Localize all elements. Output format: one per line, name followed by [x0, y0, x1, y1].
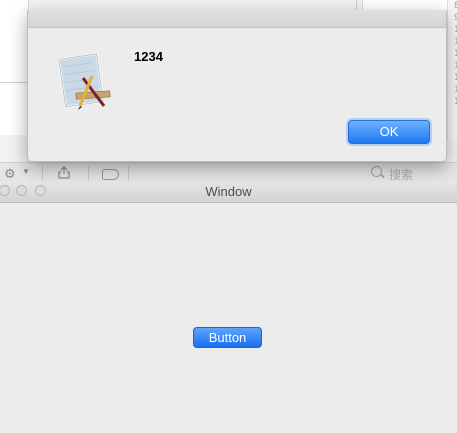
line-number: 16 [454, 97, 457, 107]
search-icon [371, 166, 382, 177]
app-icon [57, 52, 111, 110]
alert-message: 1234 [134, 49, 163, 64]
screen: 8 9 10 11 12 13 14 15 16 ⚙ ▼ 搜索 Window B… [0, 0, 457, 433]
line-number: 10 [454, 25, 457, 35]
line-number: 11 [454, 37, 457, 47]
main-window: Window Button [0, 181, 457, 433]
line-number: 12 [454, 49, 457, 59]
line-number: 8 [454, 1, 457, 11]
ok-button[interactable]: OK [348, 120, 430, 144]
line-number-gutter: 8 9 10 11 12 13 14 15 16 [447, 0, 457, 140]
chevron-down-icon[interactable]: ▼ [22, 167, 30, 176]
toolbar-divider [42, 166, 43, 181]
toolbar-divider [88, 166, 89, 181]
window-button[interactable]: Button [193, 327, 262, 348]
tag-icon[interactable] [102, 169, 119, 180]
background-divider [356, 0, 357, 10]
share-icon[interactable] [58, 166, 70, 179]
window-title: Window [205, 184, 252, 199]
alert-sheet: 1234 OK [27, 10, 447, 162]
gear-icon[interactable]: ⚙ [4, 166, 16, 182]
line-number: 15 [454, 85, 457, 95]
alert-top-edge [28, 10, 446, 28]
window-titlebar[interactable]: Window [0, 181, 457, 203]
toolbar-divider [128, 166, 129, 181]
line-number: 13 [454, 61, 457, 71]
background-divider [0, 82, 28, 83]
line-number: 9 [454, 13, 457, 23]
background-left-panel [0, 0, 29, 135]
line-number: 14 [454, 73, 457, 83]
